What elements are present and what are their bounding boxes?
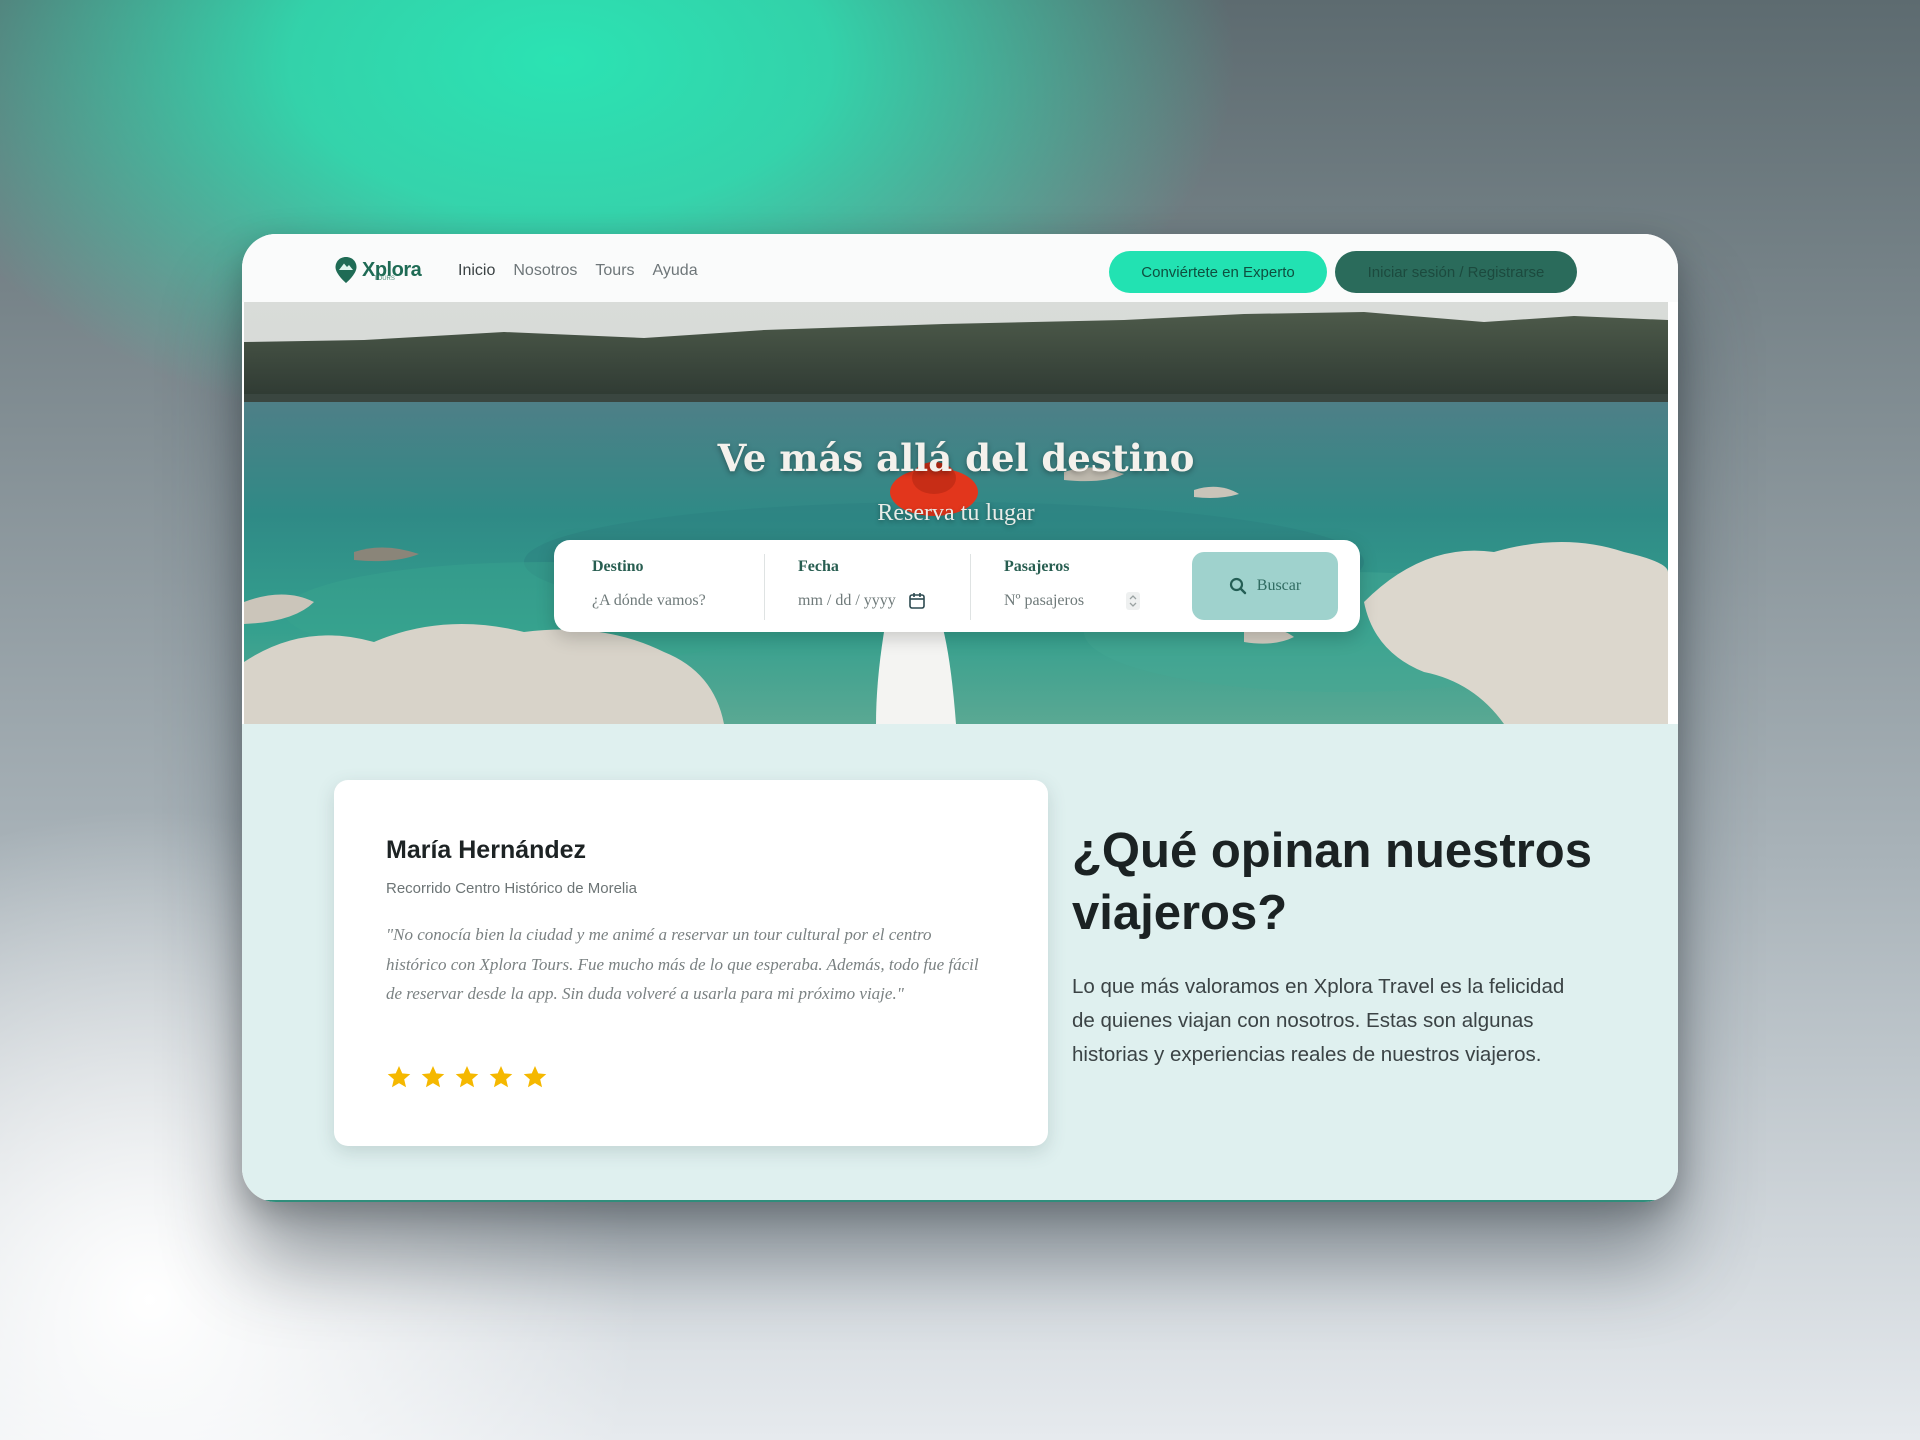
divider [970, 554, 971, 620]
passengers-input[interactable]: Nº pasajeros [1004, 592, 1174, 610]
star-icon [387, 1065, 411, 1088]
bottom-border [242, 1200, 1678, 1202]
hero-subtitle: Reserva tu lugar [877, 500, 1035, 526]
divider [764, 554, 765, 620]
date-placeholder: mm / dd / yyyy [798, 592, 896, 609]
search-icon [1229, 577, 1246, 595]
passengers-placeholder: Nº pasajeros [1004, 592, 1085, 609]
reviewer-name: María Hernández [386, 836, 587, 864]
nav-link-tours[interactable]: Tours [595, 262, 634, 280]
stepper-icon[interactable] [1126, 592, 1141, 610]
nav-link-inicio[interactable]: Inicio [458, 262, 495, 280]
nav-link-ayuda[interactable]: Ayuda [653, 262, 698, 280]
destination-placeholder: ¿A dónde vamos? [592, 592, 706, 609]
star-icon [489, 1065, 513, 1088]
star-icon [523, 1065, 547, 1088]
navbar: Xplora TOURS Inicio Nosotros Tours Ayuda… [242, 234, 1678, 302]
testimonial-card: María Hernández Recorrido Centro Históri… [334, 780, 1048, 1146]
destination-input[interactable]: ¿A dónde vamos? [592, 592, 752, 610]
star-icon [455, 1065, 479, 1088]
passengers-field[interactable]: Pasajeros Nº pasajeros [1004, 558, 1174, 618]
section-description: Lo que más valoramos en Xplora Travel es… [1072, 975, 1565, 1066]
browser-window: Xplora TOURS Inicio Nosotros Tours Ayuda… [242, 234, 1678, 1202]
hero-banner: Ve más allá del destino Reserva tu lugar… [244, 302, 1668, 724]
location-pin-icon [335, 257, 357, 283]
tour-name: Recorrido Centro Histórico de Morelia [386, 880, 637, 897]
passengers-label: Pasajeros [1004, 558, 1070, 575]
nav-links: Inicio Nosotros Tours Ayuda [458, 262, 698, 280]
date-field[interactable]: Fecha mm / dd / yyyy [798, 558, 958, 618]
destination-label: Destino [592, 558, 644, 575]
login-register-button[interactable]: Iniciar sesión / Registrarse [1335, 251, 1577, 293]
search-button[interactable]: Buscar [1192, 552, 1338, 620]
search-bar: Destino ¿A dónde vamos? Fecha mm / dd / … [554, 540, 1360, 632]
review-quote: "No conocía bien la ciudad y me animé a … [386, 925, 979, 1003]
destination-field[interactable]: Destino ¿A dónde vamos? [592, 558, 752, 618]
calendar-icon[interactable] [908, 592, 926, 610]
logo-subtitle: TOURS [374, 276, 395, 282]
section-title: ¿Qué opinan nuestros viajeros? [1072, 824, 1592, 940]
testimonials-section: María Hernández Recorrido Centro Históri… [242, 724, 1678, 1200]
nav-link-nosotros[interactable]: Nosotros [513, 262, 577, 280]
hero-title: Ve más allá del destino [717, 436, 1195, 480]
date-input[interactable]: mm / dd / yyyy [798, 592, 958, 610]
search-button-label: Buscar [1256, 577, 1302, 594]
star-icon [421, 1065, 445, 1088]
star-rating [386, 1064, 548, 1090]
date-label: Fecha [798, 558, 839, 575]
become-expert-button[interactable]: Conviértete en Experto [1109, 251, 1327, 293]
